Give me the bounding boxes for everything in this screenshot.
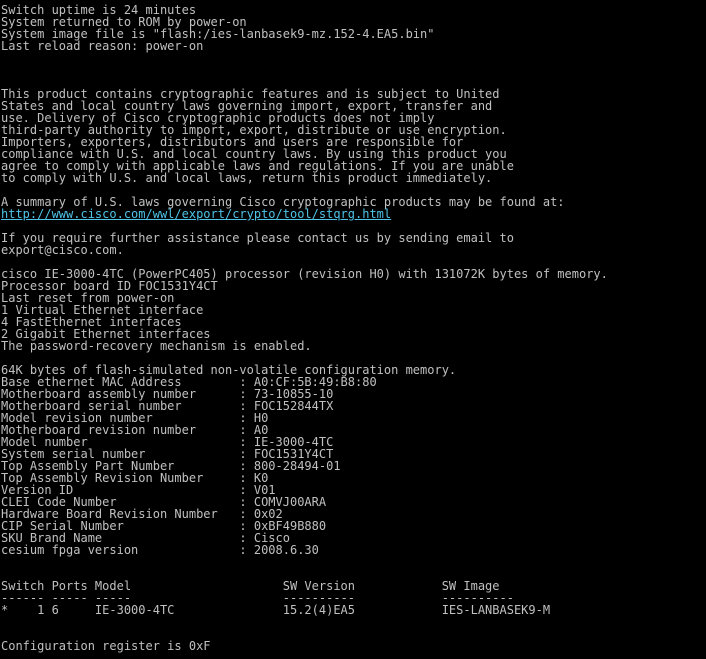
console-window[interactable]: Switch uptime is 24 minutes System retur… (0, 0, 706, 659)
password-recovery-line: The password-recovery mechanism is enabl… (1, 339, 312, 353)
config-register-line: Configuration register is 0xF (1, 639, 211, 653)
assistance-email-line: export@cisco.com. (1, 243, 124, 257)
reload-reason-line: Last reload reason: power-on (1, 39, 204, 53)
crypto-notice-line: to comply with U.S. and local laws, retu… (1, 171, 493, 185)
export-summary-link[interactable]: http://www.cisco.com/wwl/export/crypto/t… (1, 208, 706, 220)
switch-table-row: * 1 6 IE-3000-4TC 15.2(4)EA5 IES-LANBASE… (1, 603, 551, 617)
detail-row: cesium fpga version : 2008.6.30 (1, 543, 319, 557)
